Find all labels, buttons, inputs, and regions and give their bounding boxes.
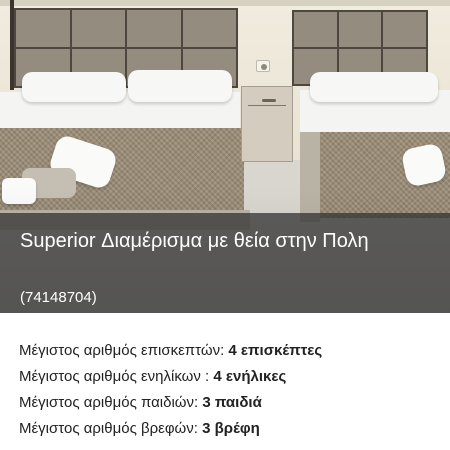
capacity-row-infants: Μέγιστος αριθμός βρεφών: 3 βρέφη [19, 416, 444, 442]
capacity-label: Μέγιστος αριθμός επισκεπτών: [19, 342, 225, 359]
listing-code: (74148704) [20, 289, 97, 306]
capacity-value: 4 ενήλικες [213, 368, 287, 385]
capacity-list: Μέγιστος αριθμός επισκεπτών: 4 επισκέπτε… [19, 338, 444, 442]
capacity-label: Μέγιστος αριθμός ενηλίκων : [19, 368, 210, 385]
capacity-label: Μέγιστος αριθμός βρεφών: [19, 420, 198, 437]
capacity-value: 4 επισκέπτες [228, 342, 323, 359]
capacity-value: 3 παιδιά [202, 394, 262, 411]
capacity-value: 3 βρέφη [202, 420, 260, 437]
listing-card[interactable]: Superior Διαμέρισμα με θεία στην Πολη (7… [0, 0, 450, 450]
capacity-row-adults: Μέγιστος αριθμός ενηλίκων : 4 ενήλικες [19, 364, 444, 390]
capacity-row-guests: Μέγιστος αριθμός επισκεπτών: 4 επισκέπτε… [19, 338, 444, 364]
capacity-row-children: Μέγιστος αριθμός παιδιών: 3 παιδιά [19, 390, 444, 416]
listing-title[interactable]: Superior Διαμέρισμα με θεία στην Πολη [20, 225, 440, 257]
capacity-label: Μέγιστος αριθμός παιδιών: [19, 394, 199, 411]
